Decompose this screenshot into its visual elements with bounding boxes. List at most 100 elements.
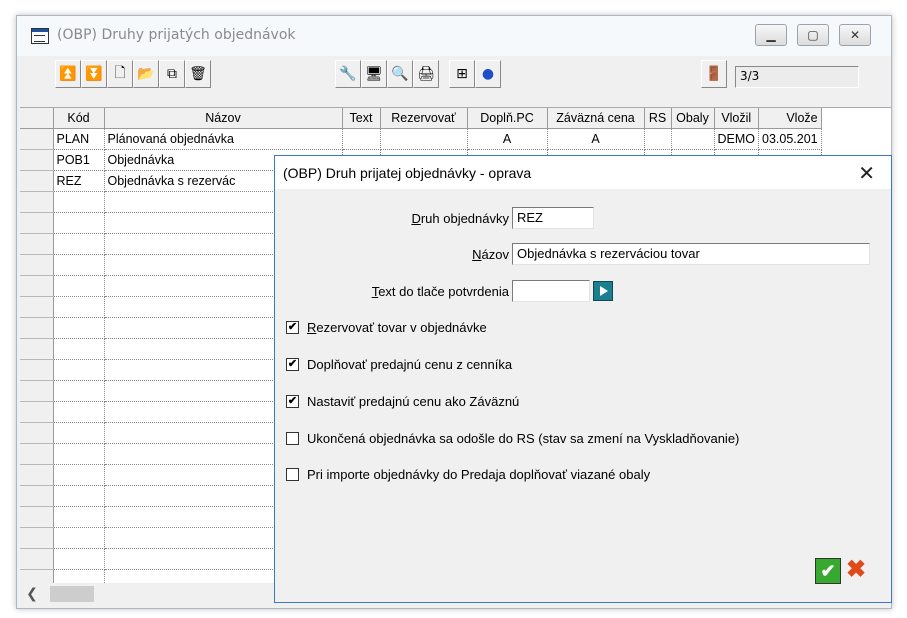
tools-button[interactable]: 🔧	[335, 60, 361, 88]
table-cell[interactable]	[53, 380, 105, 402]
column-header[interactable]: Vložil	[714, 108, 759, 129]
row-indicator[interactable]	[20, 380, 54, 402]
dot-button[interactable]: ●	[475, 60, 501, 88]
row-indicator[interactable]	[20, 128, 54, 150]
checkbox-box[interactable]: ✔	[286, 395, 299, 408]
nazov-input[interactable]: Objednávka s rezerváciou tovar	[512, 243, 870, 265]
table-cell[interactable]: A	[547, 128, 645, 150]
row-indicator[interactable]	[20, 254, 54, 276]
search-button[interactable]: 🔍	[387, 60, 413, 88]
column-header[interactable]: Doplň.PC	[467, 108, 548, 129]
row-indicator[interactable]	[20, 569, 54, 583]
minimize-button[interactable]: ▁	[755, 24, 787, 46]
column-header[interactable]: Obaly	[671, 108, 715, 129]
delete-button[interactable]: 🗑	[185, 60, 211, 88]
row-indicator[interactable]	[20, 506, 54, 528]
checkbox-zavazna[interactable]: ✔ Nastaviť predajnú cenu ako Záväznú	[286, 394, 519, 409]
row-indicator[interactable]	[20, 212, 54, 234]
druh-input[interactable]: REZ	[512, 207, 594, 229]
checkbox-box[interactable]	[286, 468, 299, 481]
checkbox-box[interactable]: ✔	[286, 321, 299, 334]
row-indicator[interactable]	[20, 401, 54, 423]
table-cell[interactable]: DEMO	[714, 128, 759, 150]
row-indicator[interactable]	[20, 338, 54, 360]
table-cell[interactable]	[380, 128, 468, 150]
table-cell[interactable]	[53, 422, 105, 444]
table-cell[interactable]	[53, 401, 105, 423]
table-cell[interactable]: Plánovaná objednávka	[104, 128, 343, 150]
column-header[interactable]: Kód	[53, 108, 105, 129]
checkbox-box[interactable]	[286, 432, 299, 445]
table-cell[interactable]	[53, 485, 105, 507]
row-indicator[interactable]	[20, 548, 54, 570]
table-cell[interactable]: POB1	[53, 149, 105, 171]
table-cell[interactable]	[53, 191, 105, 213]
checkbox-doplnovat[interactable]: ✔ Doplňovať predajnú cenu z cenníka	[286, 357, 512, 372]
table-cell[interactable]	[53, 317, 105, 339]
table-cell[interactable]	[53, 254, 105, 276]
row-indicator[interactable]	[20, 527, 54, 549]
column-header[interactable]: Názov	[104, 108, 343, 129]
table-cell[interactable]	[53, 212, 105, 234]
table-cell[interactable]	[53, 464, 105, 486]
monitor-button[interactable]: 🖥	[361, 60, 387, 88]
row-indicator[interactable]	[20, 485, 54, 507]
checkbox-ukoncena[interactable]: Ukončená objednávka sa odošle do RS (sta…	[286, 431, 739, 446]
checkbox-rezervovat[interactable]: ✔ Rezervovať tovar v objednávke	[286, 320, 487, 335]
maximize-button[interactable]: ▢	[797, 24, 829, 46]
table-cell[interactable]	[53, 338, 105, 360]
row-indicator[interactable]	[20, 443, 54, 465]
close-dialog-icon[interactable]: ✕	[858, 161, 875, 186]
table-cell[interactable]	[671, 128, 715, 150]
new-button[interactable]: 🗋	[107, 60, 133, 88]
grid-button[interactable]: ⊞	[449, 60, 475, 88]
table-cell[interactable]	[53, 275, 105, 297]
column-header[interactable]: Vlože	[758, 108, 822, 129]
row-indicator[interactable]	[20, 422, 54, 444]
print-button[interactable]: 🖨	[413, 60, 439, 88]
text-select-button[interactable]	[593, 281, 613, 301]
row-indicator[interactable]	[20, 149, 54, 171]
checkbox-box[interactable]: ✔	[286, 358, 299, 371]
column-header[interactable]: Text	[342, 108, 381, 129]
first-record-button[interactable]: ⏫	[55, 60, 81, 88]
horizontal-scrollbar[interactable]: ❮	[20, 584, 274, 604]
row-indicator[interactable]	[20, 275, 54, 297]
table-cell[interactable]	[342, 128, 381, 150]
table-cell[interactable]	[53, 506, 105, 528]
row-indicator[interactable]	[20, 317, 54, 339]
table-cell[interactable]: REZ	[53, 170, 105, 192]
table-cell[interactable]: PLAN	[53, 128, 105, 150]
row-indicator[interactable]	[20, 170, 54, 192]
row-indicator[interactable]	[20, 359, 54, 381]
row-indicator[interactable]	[20, 464, 54, 486]
text-input[interactable]	[512, 280, 590, 302]
table-cell[interactable]: A	[467, 128, 548, 150]
table-cell[interactable]	[53, 359, 105, 381]
row-indicator[interactable]	[20, 191, 54, 213]
column-header[interactable]: Rezervovať	[380, 108, 468, 129]
copy-button[interactable]: ⧉	[159, 60, 185, 88]
open-button[interactable]: 📂	[133, 60, 159, 88]
table-cell[interactable]	[53, 569, 105, 583]
table-cell[interactable]	[53, 233, 105, 255]
table-cell[interactable]: 03.05.201	[758, 128, 822, 150]
last-record-button[interactable]: ⏬	[81, 60, 107, 88]
cancel-button[interactable]: ✖	[843, 558, 869, 584]
scroll-left-icon[interactable]: ❮	[22, 585, 42, 603]
exit-button[interactable]: 🚪	[701, 60, 727, 88]
row-indicator[interactable]	[20, 233, 54, 255]
table-cell[interactable]	[53, 443, 105, 465]
confirm-button[interactable]: ✔	[815, 558, 841, 584]
table-cell[interactable]	[53, 527, 105, 549]
close-window-button[interactable]: ✕	[839, 24, 871, 46]
row-indicator[interactable]	[20, 296, 54, 318]
table-cell[interactable]	[53, 548, 105, 570]
column-header[interactable]: Záväzná cena	[547, 108, 645, 129]
checkbox-obaly[interactable]: Pri importe objednávky do Predaja doplňo…	[286, 467, 650, 482]
scroll-thumb[interactable]	[50, 586, 94, 602]
table-row[interactable]: PLAN Plánovaná objednávka A A DEMO 03.05.201	[20, 128, 822, 150]
column-header[interactable]: RS	[644, 108, 672, 129]
table-cell[interactable]	[644, 128, 672, 150]
table-cell[interactable]	[53, 296, 105, 318]
